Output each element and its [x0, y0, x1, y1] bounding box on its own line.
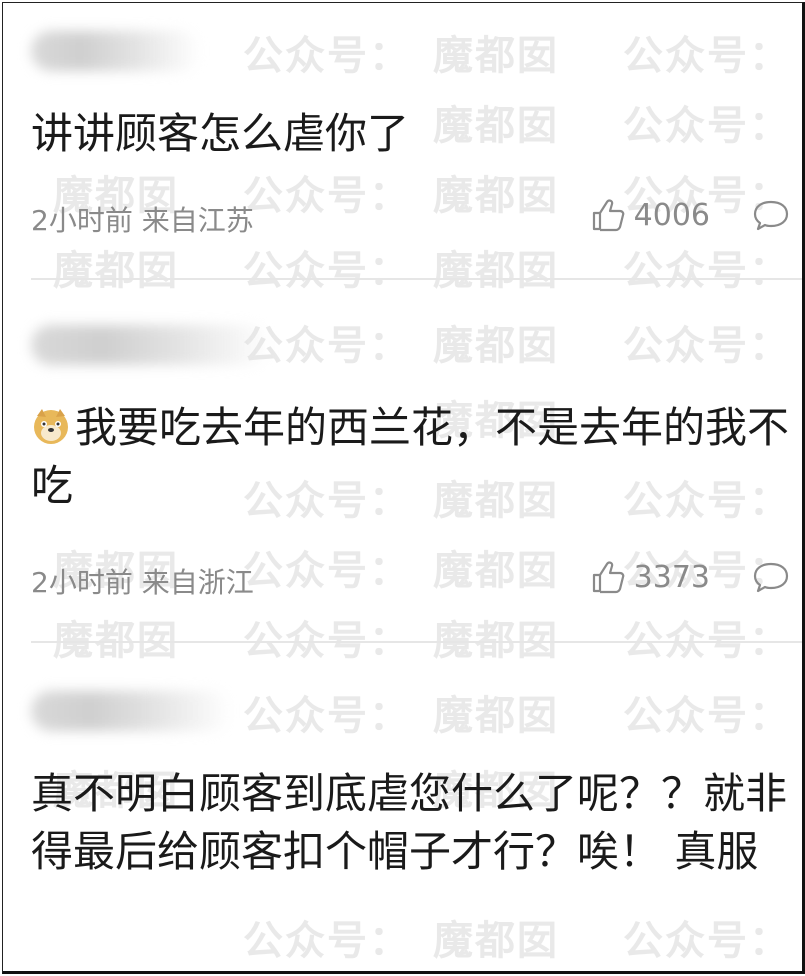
comment-text: 讲讲顾客怎么虐你了: [31, 109, 410, 158]
comment-meta: 2小时前 来自江苏: [31, 199, 254, 239]
thumbs-up-icon: [592, 561, 624, 594]
comment-item: 真不明白顾客到底虐您什么了呢？？就非得最后给顾客扣个帽子才行？唉！ 真服: [3, 643, 802, 971]
doge-emoji-icon: [34, 409, 68, 444]
comment-list: 公众号： 魔都囡 公众号： 魔都囡 公众号： 魔都囡 公众号： 魔都囡 公众号：…: [2, 2, 805, 974]
comment-location: 来自浙江: [141, 566, 254, 599]
comment-time: 2小时前: [31, 204, 133, 237]
username-blurred[interactable]: [31, 691, 231, 731]
comment-text-wrapper: 我要吃去年的西兰花，不是去年的我不吃: [31, 399, 792, 515]
like-button[interactable]: 3373: [590, 559, 710, 595]
username-blurred[interactable]: [31, 31, 201, 71]
divider: [31, 278, 802, 280]
comment-bubble-icon[interactable]: [752, 561, 790, 593]
like-count: 3373: [633, 559, 710, 595]
comment-text: 真不明白顾客到底虐您什么了呢？？就非得最后给顾客扣个帽子才行？唉！ 真服: [31, 769, 788, 876]
username-blurred[interactable]: [31, 325, 271, 365]
comment-location: 来自江苏: [141, 204, 254, 237]
comment-item: 我要吃去年的西兰花，不是去年的我不吃 2小时前 来自浙江 3373: [3, 281, 802, 643]
comment-bubble-icon[interactable]: [752, 199, 790, 231]
comment-item: 讲讲顾客怎么虐你了 2小时前 来自江苏 4006: [3, 3, 802, 281]
comment-time: 2小时前: [31, 566, 133, 599]
comment-meta: 2小时前 来自浙江: [31, 561, 254, 601]
like-button[interactable]: 4006: [590, 197, 710, 233]
comment-text: 我要吃去年的西兰花，不是去年的我不吃: [31, 403, 790, 510]
thumbs-up-icon: [592, 199, 624, 232]
like-count: 4006: [633, 197, 710, 233]
